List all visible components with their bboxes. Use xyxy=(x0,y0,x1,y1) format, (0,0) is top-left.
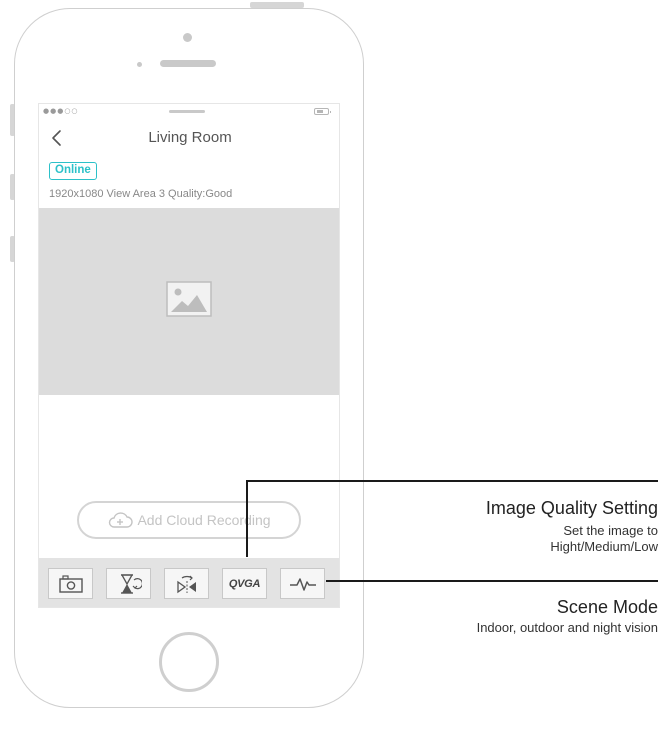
home-button[interactable] xyxy=(159,632,219,692)
qvga-icon: QVGA xyxy=(228,577,261,590)
scene-mode-callout-title: Scene Mode xyxy=(556,597,658,617)
earpiece-speaker xyxy=(160,60,216,67)
proximity-sensor xyxy=(137,62,142,67)
mirror-flip-button[interactable] xyxy=(164,568,209,599)
signal-indicator: ●●●○○ xyxy=(43,107,79,115)
camera-snapshot-icon xyxy=(58,574,83,593)
scene-callout-line xyxy=(326,580,658,582)
cloud-button-label: Add Cloud Recording xyxy=(137,512,271,528)
image-quality-callout-title: Image Quality Setting xyxy=(485,498,658,518)
status-badge: Online xyxy=(49,162,97,180)
image-quality-callout-desc-2: Hight/Medium/Low xyxy=(550,539,658,554)
app-screen: ●●●○○ Living Room Online 1920x1080 View … xyxy=(38,103,340,608)
scene-mode-button[interactable] xyxy=(280,568,325,599)
timer-button[interactable] xyxy=(106,568,151,599)
snapshot-button[interactable] xyxy=(48,568,93,599)
image-quality-callout-desc-1: Set the image to xyxy=(563,523,658,538)
image-quality-button[interactable]: QVGA xyxy=(222,568,267,599)
quality-callout-vertical-line xyxy=(246,480,248,557)
scene-mode-callout-desc: Indoor, outdoor and night vision xyxy=(476,620,658,635)
cloud-add-icon xyxy=(109,512,134,528)
page-title: Living Room xyxy=(148,129,232,146)
hourglass-icon xyxy=(120,573,142,594)
pulse-wave-icon xyxy=(289,577,316,591)
image-placeholder-icon xyxy=(166,281,212,322)
battery-icon xyxy=(314,108,331,115)
flip-mirror-icon xyxy=(176,575,196,593)
control-toolbar: QVGA xyxy=(39,558,339,607)
front-camera xyxy=(183,33,192,42)
status-bar-line xyxy=(169,110,205,113)
stream-info: 1920x1080 View Area 3 Quality:Good xyxy=(49,188,233,200)
quality-callout-horizontal-line xyxy=(246,480,658,482)
add-cloud-recording-button[interactable]: Add Cloud Recording xyxy=(77,501,301,539)
